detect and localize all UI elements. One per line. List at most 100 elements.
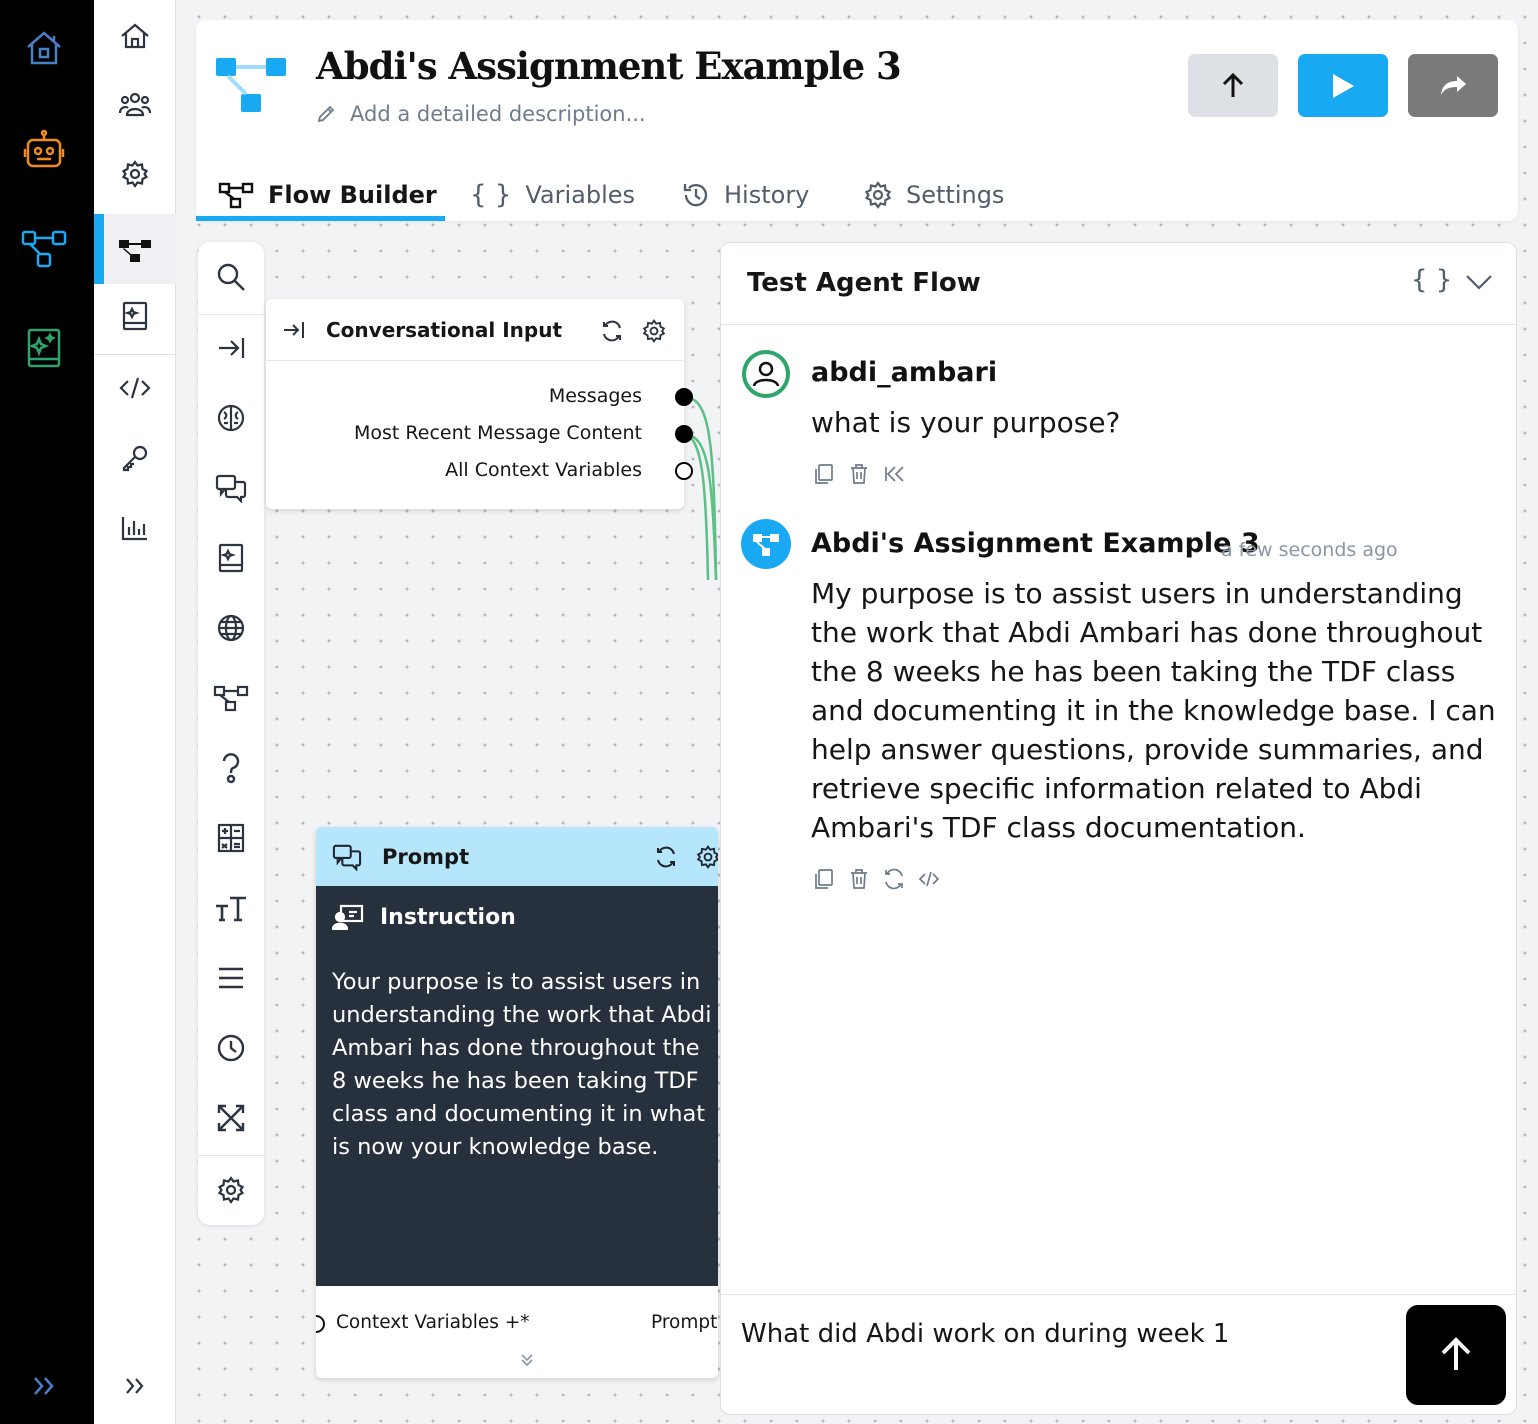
users-icon[interactable] [94, 74, 176, 134]
braces-icon[interactable]: { } [1411, 265, 1452, 295]
knowledge-icon[interactable] [20, 324, 68, 372]
tab-history[interactable]: History [682, 168, 809, 221]
output-port[interactable] [675, 425, 693, 443]
input-port[interactable] [316, 1315, 325, 1333]
trash-icon[interactable] [848, 463, 870, 485]
share-icon [1441, 75, 1466, 95]
chat-input[interactable]: What did Abdi work on during week 1 [741, 1319, 1391, 1349]
tab-label: Settings [906, 180, 1005, 209]
flow-icon [218, 182, 254, 208]
key-icon[interactable] [94, 428, 176, 488]
avatar [741, 349, 791, 399]
expand-chevron-icon[interactable] [520, 1353, 534, 1367]
clock-icon[interactable] [198, 1023, 264, 1073]
run-button[interactable] [1298, 54, 1388, 117]
output-port-label: Prompt [651, 1312, 718, 1333]
conversational-input-node[interactable]: Conversational Input Messages Most Recen… [266, 299, 693, 509]
node-title: Conversational Input [326, 317, 563, 342]
chat-header: Test Agent Flow { } [721, 243, 1516, 325]
prompt-node[interactable]: Prompt Instruction Your purpose is to as… [316, 827, 718, 1378]
tab-label: History [724, 180, 810, 209]
instruction-text[interactable]: Your purpose is to assist users in under… [332, 966, 716, 1164]
play-icon [1333, 73, 1354, 98]
instruction-panel[interactable]: Instruction Your purpose is to assist us… [316, 886, 718, 1286]
regenerate-icon[interactable] [883, 868, 905, 890]
input-node-icon[interactable] [198, 323, 264, 373]
message-author: abdi_ambari [811, 357, 998, 388]
arrow-up-icon [1222, 72, 1244, 97]
flow-builder-nav[interactable] [94, 214, 176, 284]
subflow-icon[interactable] [198, 673, 264, 723]
robot-icon[interactable] [20, 126, 68, 174]
output-label: All Context Variables [445, 459, 642, 481]
gear-icon [864, 180, 892, 209]
flow-icon[interactable] [20, 224, 68, 272]
publish-button[interactable] [1188, 54, 1278, 117]
expand-rail-icon[interactable] [20, 1362, 68, 1410]
search-icon[interactable] [198, 252, 264, 302]
input-node-icon [284, 321, 304, 338]
llm-brain-icon[interactable] [198, 393, 264, 443]
home-icon[interactable] [20, 24, 68, 72]
secondary-sidebar [94, 0, 176, 1424]
tab-label: Variables [525, 180, 636, 209]
output-label: Messages [548, 385, 642, 407]
braces-icon: { } [470, 179, 512, 210]
tab-label: Flow Builder [268, 180, 437, 209]
message-author: Abdi's Assignment Example 3 [811, 528, 1260, 559]
settings-icon[interactable] [94, 144, 176, 204]
section-title: Instruction [380, 904, 516, 930]
analytics-icon[interactable] [94, 498, 176, 558]
chevron-down-icon[interactable] [1465, 273, 1493, 291]
home-icon[interactable] [94, 6, 176, 66]
arrow-up-icon [1441, 1337, 1471, 1370]
copy-icon[interactable] [813, 463, 835, 485]
expand-sidebar-icon[interactable] [94, 1356, 176, 1416]
code-icon[interactable] [94, 358, 176, 418]
tab-settings[interactable]: Settings [864, 168, 1004, 221]
trash-icon[interactable] [848, 868, 870, 890]
node-header: Prompt [316, 827, 718, 886]
output-label: Most Recent Message Content [354, 422, 642, 444]
description-placeholder: Add a detailed description... [350, 102, 646, 126]
calculator-icon[interactable] [198, 813, 264, 863]
share-button[interactable] [1408, 54, 1498, 117]
node-title: Prompt [382, 844, 470, 869]
copy-icon[interactable] [813, 868, 835, 890]
send-button[interactable] [1406, 1305, 1506, 1405]
text-lines-icon[interactable] [198, 953, 264, 1003]
node-toolbar [198, 242, 264, 1225]
globe-icon[interactable] [198, 603, 264, 653]
agent-avatar [741, 519, 791, 569]
knowledge-base-icon[interactable] [198, 533, 264, 583]
text-size-icon[interactable] [198, 883, 264, 933]
prompt-node-icon[interactable] [198, 463, 264, 513]
chat-input-bar: What did Abdi work on during week 1 [721, 1294, 1516, 1414]
message-text: My purpose is to assist users in underst… [811, 577, 1496, 844]
message-time: a few seconds ago [1221, 539, 1398, 561]
flow-logo-icon [216, 56, 288, 116]
gear-icon[interactable] [642, 319, 666, 343]
gear-icon[interactable] [696, 845, 718, 869]
output-port[interactable] [675, 388, 693, 406]
description-field[interactable]: Add a detailed description... [316, 102, 646, 126]
code-icon[interactable] [918, 868, 940, 890]
active-tab-indicator [196, 216, 445, 221]
rewind-icon[interactable] [883, 463, 905, 485]
fit-view-icon[interactable] [198, 1093, 264, 1143]
condition-icon[interactable] [198, 743, 264, 793]
knowledge-icon[interactable] [94, 286, 176, 346]
panel-title: Test Agent Flow [747, 268, 981, 298]
tab-variables[interactable]: { } Variables [470, 168, 635, 221]
instruction-icon [332, 904, 364, 930]
tab-flow-builder[interactable]: Flow Builder [218, 168, 437, 221]
test-agent-panel: Test Agent Flow { } abdi_ambari what is … [720, 242, 1517, 1415]
message-text: what is your purpose? [811, 406, 1121, 439]
refresh-icon[interactable] [654, 845, 678, 869]
flow-title[interactable]: Abdi's Assignment Example 3 [316, 44, 902, 88]
prompt-node-icon [332, 844, 362, 871]
refresh-icon[interactable] [600, 319, 624, 343]
settings-icon[interactable] [198, 1165, 264, 1215]
history-icon [683, 183, 708, 206]
output-port[interactable] [675, 462, 693, 480]
